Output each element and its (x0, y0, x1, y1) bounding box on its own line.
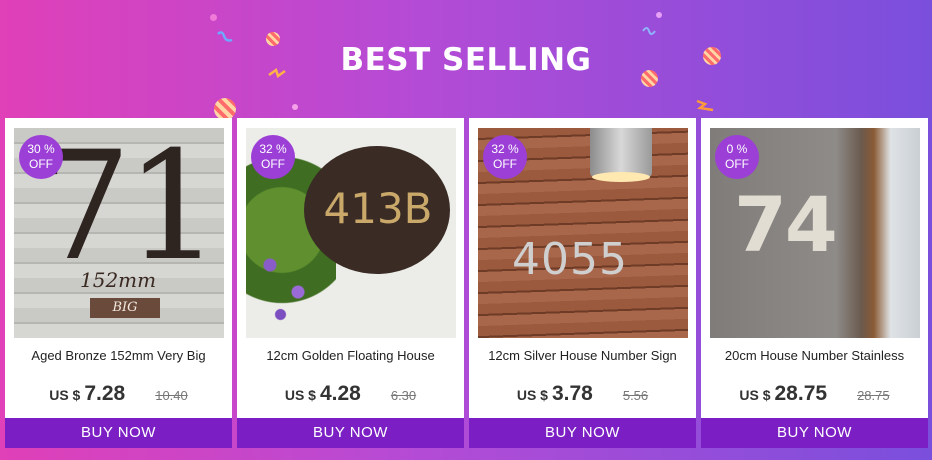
lamp-glow (592, 172, 650, 182)
house-number-74: 74 (734, 180, 838, 269)
discount-badge: 0 % OFF (715, 135, 759, 179)
product-image[interactable]: 413B 32 % OFF (246, 128, 456, 338)
currency-label: US $ (739, 387, 771, 403)
discount-percent: 32 % (259, 142, 287, 156)
product-name[interactable]: Aged Bronze 152mm Very Big (5, 348, 232, 363)
discount-percent: 32 % (491, 142, 519, 156)
discount-badge: 32 % OFF (483, 135, 527, 179)
confetti-squiggle-icon (642, 24, 656, 36)
discount-off-label: OFF (725, 157, 749, 171)
buy-now-button[interactable]: BUY NOW (701, 418, 928, 448)
product-card[interactable]: 4055 32 % OFF 12cm Silver House Number S… (469, 118, 696, 448)
image-caption-size: 152mm (80, 268, 157, 292)
wall-lamp (590, 128, 652, 178)
sale-price: 28.75 (774, 382, 828, 405)
best-selling-banner: BEST SELLING 71 152mm BIG 30 % OFF Aged … (0, 0, 932, 460)
buy-now-button[interactable]: BUY NOW (469, 418, 696, 448)
original-price: 28.75 (857, 388, 890, 403)
discount-off-label: OFF (261, 157, 285, 171)
discount-badge: 30 % OFF (19, 135, 63, 179)
house-number-4055: 4055 (512, 234, 628, 285)
sale-price: 3.78 (551, 382, 593, 405)
currency-label: US $ (284, 387, 316, 403)
confetti-dot-icon (292, 104, 298, 110)
price-row: US $7.28 10.40 (5, 382, 232, 406)
currency-label: US $ (516, 387, 548, 403)
image-tag-big: BIG (90, 298, 160, 318)
flower-dots (256, 238, 326, 328)
house-number-413b: 413B (323, 184, 433, 233)
product-image[interactable]: 4055 32 % OFF (478, 128, 688, 338)
price-row: US $28.75 28.75 (701, 382, 928, 406)
original-price: 5.56 (622, 388, 649, 403)
product-card[interactable]: 71 152mm BIG 30 % OFF Aged Bronze 152mm … (5, 118, 232, 448)
price-row: US $4.28 6.30 (237, 382, 464, 406)
sale-price: 7.28 (84, 382, 126, 405)
banner-title: BEST SELLING (340, 42, 592, 78)
buy-now-button[interactable]: BUY NOW (237, 418, 464, 448)
original-price: 6.30 (390, 388, 417, 403)
product-image[interactable]: 71 152mm BIG 30 % OFF (14, 128, 224, 338)
discount-badge: 32 % OFF (251, 135, 295, 179)
currency-label: US $ (49, 387, 81, 403)
buy-now-button[interactable]: BUY NOW (5, 418, 232, 448)
discount-off-label: OFF (493, 157, 517, 171)
original-price: 10.40 (155, 388, 188, 403)
confetti-squiggle-icon (696, 98, 714, 112)
confetti-ball-icon (214, 98, 236, 120)
discount-off-label: OFF (29, 157, 53, 171)
product-name[interactable]: 20cm House Number Stainless (701, 348, 928, 363)
discount-percent: 0 % (726, 142, 748, 156)
product-name[interactable]: 12cm Silver House Number Sign (469, 348, 696, 363)
product-card[interactable]: 413B 32 % OFF 12cm Golden Floating House… (237, 118, 464, 448)
discount-percent: 30 % (27, 142, 55, 156)
confetti-dot-icon (210, 14, 217, 21)
product-list: 71 152mm BIG 30 % OFF Aged Bronze 152mm … (5, 118, 928, 460)
product-name[interactable]: 12cm Golden Floating House (237, 348, 464, 363)
product-card[interactable]: 74 0 % OFF 20cm House Number Stainless U… (701, 118, 928, 448)
sale-price: 4.28 (319, 382, 361, 405)
confetti-dot-icon (656, 12, 662, 18)
product-image[interactable]: 74 0 % OFF (710, 128, 920, 338)
price-row: US $3.78 5.56 (469, 382, 696, 406)
